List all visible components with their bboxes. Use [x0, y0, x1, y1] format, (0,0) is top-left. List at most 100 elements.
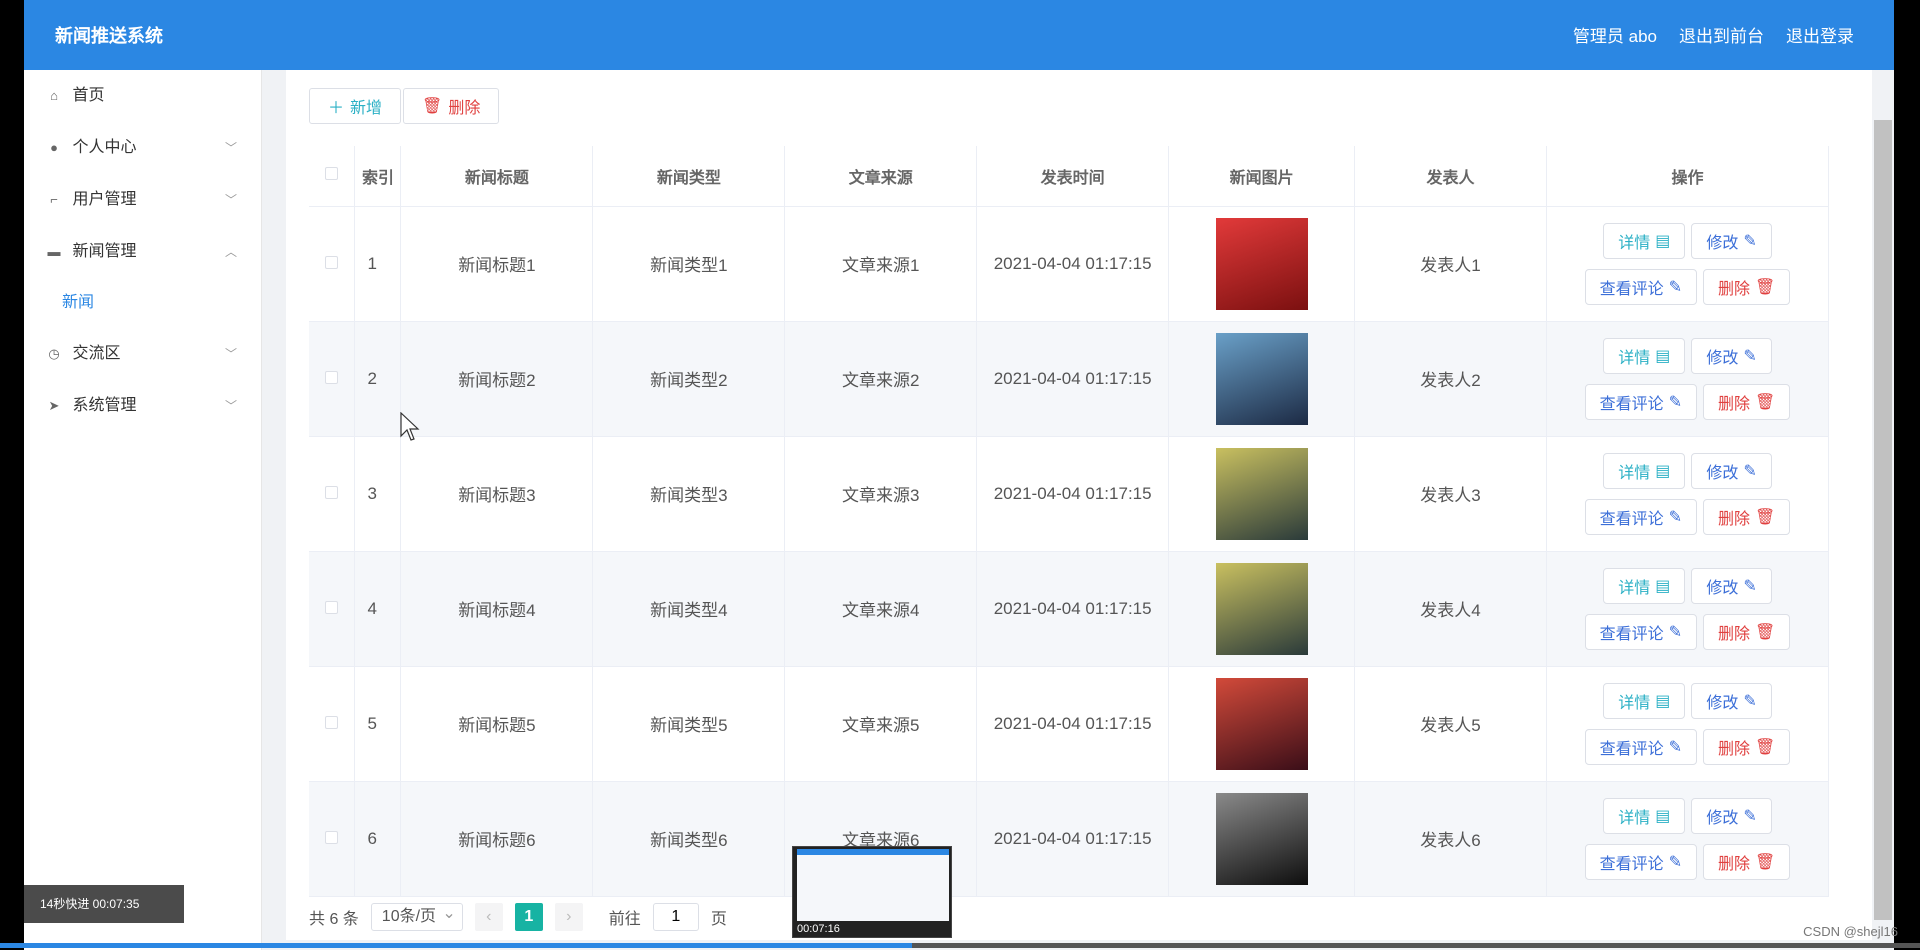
- briefcase-icon: ▬: [47, 244, 61, 259]
- delete-button[interactable]: 删除 🗑: [1703, 843, 1791, 880]
- select-all-cell: [309, 146, 356, 207]
- chevron-down-icon: ﹀: [224, 193, 237, 207]
- detail-label: 详情: [1618, 349, 1651, 367]
- sidebar-item-news-management[interactable]: ▬ 新闻管理 ︿: [24, 226, 261, 278]
- table-row: 2 新闻标题2 新闻类型2 文章来源2 2021-04-04 01:17:15 …: [309, 321, 1830, 437]
- detail-button[interactable]: 详情 ▤: [1603, 682, 1686, 719]
- edit-button[interactable]: 修改 ✎: [1691, 682, 1772, 719]
- delete-button[interactable]: 删除 🗑: [1703, 728, 1791, 765]
- sidebar-item-label: 首页: [72, 87, 105, 104]
- comments-label: 查看评论: [1599, 740, 1664, 758]
- prev-page-button[interactable]: ‹: [474, 903, 503, 931]
- comments-label: 查看评论: [1599, 395, 1664, 413]
- col-header-title: 新闻标题: [400, 146, 594, 207]
- sidebar-item-home[interactable]: ⌂ 首页: [24, 70, 261, 122]
- detail-button[interactable]: 详情 ▤: [1603, 337, 1686, 374]
- cell-title: 新闻标题3: [400, 436, 594, 552]
- trash-icon: 🗑: [1755, 393, 1776, 411]
- cell-index: 6: [354, 781, 402, 897]
- sidebar-item-forum[interactable]: ◷ 交流区 ﹀: [24, 328, 261, 380]
- delete-button[interactable]: 删除 🗑: [1703, 613, 1791, 650]
- pencil-icon: ✎: [1668, 508, 1683, 526]
- delete-label: 删除: [1718, 740, 1751, 758]
- news-thumbnail: [1215, 562, 1308, 655]
- bulk-delete-button[interactable]: 🗑 删除: [403, 88, 500, 124]
- detail-button[interactable]: 详情 ▤: [1603, 797, 1686, 834]
- col-header-image: 新闻图片: [1168, 146, 1356, 207]
- edit-label: 修改: [1706, 234, 1739, 252]
- row-select-cell: [309, 436, 356, 552]
- table-header-row: 索引 新闻标题 新闻类型 文章来源 发表时间 新闻图片 发表人 操作: [309, 146, 1830, 207]
- cell-index: 1: [354, 206, 402, 322]
- cell-author: 发表人3: [1354, 436, 1547, 552]
- video-progress-bar[interactable]: [0, 943, 1920, 948]
- row-checkbox[interactable]: [325, 255, 339, 269]
- cell-type: 新闻类型1: [592, 206, 786, 322]
- page-number-1[interactable]: 1: [514, 903, 543, 931]
- detail-button[interactable]: 详情 ▤: [1603, 452, 1686, 489]
- edit-button[interactable]: 修改 ✎: [1691, 337, 1772, 374]
- col-header-type: 新闻类型: [592, 146, 786, 207]
- goto-page-input[interactable]: [652, 903, 699, 931]
- sidebar-item-system[interactable]: ➤ 系统管理 ﹀: [24, 380, 261, 432]
- delete-button-label: 删除: [448, 100, 481, 117]
- cell-time: 2021-04-04 01:17:15: [976, 551, 1170, 667]
- add-button[interactable]: ＋ 新增: [309, 88, 402, 124]
- view-comments-button[interactable]: 查看评论 ✎: [1584, 613, 1698, 650]
- trash-icon: 🗑: [1755, 508, 1776, 526]
- cell-actions: 详情 ▤ 修改 ✎ 查看评论 ✎ 删除 🗑: [1546, 781, 1830, 897]
- view-comments-button[interactable]: 查看评论 ✎: [1584, 728, 1698, 765]
- delete-button[interactable]: 删除 🗑: [1703, 383, 1791, 420]
- user-icon: ●: [50, 140, 58, 155]
- chevron-down-icon: ﹀: [224, 347, 237, 361]
- view-comments-button[interactable]: 查看评论 ✎: [1584, 268, 1698, 305]
- row-checkbox[interactable]: [325, 600, 339, 614]
- next-page-button[interactable]: ›: [554, 903, 583, 931]
- trash-icon: 🗑: [1755, 853, 1776, 871]
- page-size-select[interactable]: 10条/页: [370, 901, 463, 931]
- row-checkbox[interactable]: [325, 715, 339, 729]
- news-thumbnail: [1215, 217, 1308, 310]
- delete-label: 删除: [1718, 510, 1751, 528]
- logout-link[interactable]: 退出登录: [1786, 22, 1854, 47]
- edit-button[interactable]: 修改 ✎: [1691, 797, 1772, 834]
- delete-button[interactable]: 删除 🗑: [1703, 268, 1791, 305]
- document-icon: ▤: [1655, 232, 1671, 250]
- detail-button[interactable]: 详情 ▤: [1603, 222, 1686, 259]
- sidebar-item-profile[interactable]: ● 个人中心 ﹀: [24, 122, 261, 174]
- view-comments-button[interactable]: 查看评论 ✎: [1584, 843, 1698, 880]
- document-icon: ▤: [1655, 462, 1671, 480]
- row-checkbox[interactable]: [325, 370, 339, 384]
- edit-button[interactable]: 修改 ✎: [1691, 222, 1772, 259]
- cell-time: 2021-04-04 01:17:15: [976, 666, 1170, 782]
- cell-title: 新闻标题5: [400, 666, 594, 782]
- row-checkbox[interactable]: [325, 830, 339, 844]
- edit-label: 修改: [1706, 809, 1739, 827]
- delete-button[interactable]: 删除 🗑: [1703, 498, 1791, 535]
- view-comments-button[interactable]: 查看评论 ✎: [1584, 383, 1698, 420]
- cell-title: 新闻标题2: [400, 321, 594, 437]
- cell-actions: 详情 ▤ 修改 ✎ 查看评论 ✎ 删除 🗑: [1546, 551, 1830, 667]
- clock-icon: ◷: [48, 346, 60, 361]
- cell-author: 发表人1: [1354, 206, 1547, 322]
- row-select-cell: [309, 206, 356, 322]
- news-thumbnail: [1215, 332, 1308, 425]
- document-icon: ▤: [1655, 807, 1671, 825]
- sidebar: ⌂ 首页 ● 个人中心 ﹀ ⌐ 用户管理 ﹀ ▬ 新闻管理 ︿ 新闻 ◷ 交流区…: [24, 70, 262, 950]
- table-row: 6 新闻标题6 新闻类型6 文章来源6 2021-04-04 01:17:15 …: [309, 781, 1830, 897]
- cell-source: 文章来源1: [784, 206, 978, 322]
- select-all-checkbox[interactable]: [325, 166, 339, 180]
- edit-button[interactable]: 修改 ✎: [1691, 452, 1772, 489]
- exit-to-front-link[interactable]: 退出到前台: [1679, 22, 1764, 47]
- detail-button[interactable]: 详情 ▤: [1603, 567, 1686, 604]
- cell-type: 新闻类型4: [592, 551, 786, 667]
- cell-title: 新闻标题1: [400, 206, 594, 322]
- view-comments-button[interactable]: 查看评论 ✎: [1584, 498, 1698, 535]
- sidebar-item-users[interactable]: ⌐ 用户管理 ﹀: [24, 174, 261, 226]
- top-header: 新闻推送系统 管理员 abo 退出到前台 退出登录: [24, 0, 1894, 70]
- edit-button[interactable]: 修改 ✎: [1691, 567, 1772, 604]
- row-checkbox[interactable]: [325, 485, 339, 499]
- sidebar-subitem-news[interactable]: 新闻: [24, 278, 261, 328]
- page-scrollbar[interactable]: [1874, 120, 1892, 920]
- sidebar-item-label: 交流区: [72, 345, 121, 362]
